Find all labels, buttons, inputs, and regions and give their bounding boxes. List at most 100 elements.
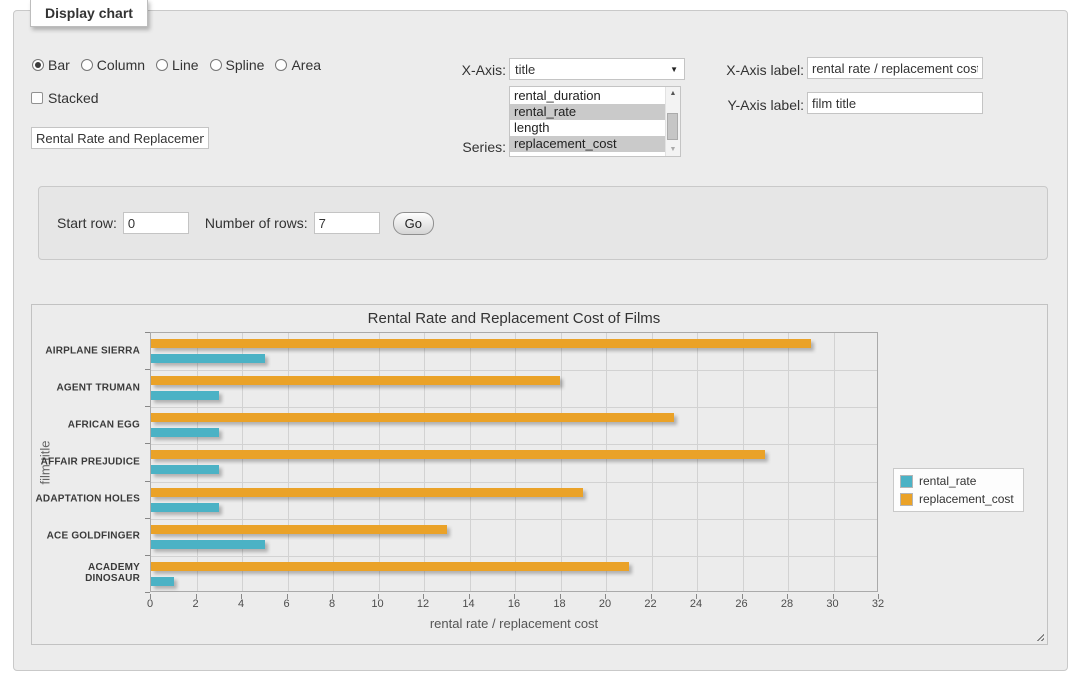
- legend-label: rental_rate: [919, 474, 976, 488]
- chart-type-option-column[interactable]: Column: [81, 57, 145, 73]
- x-tick-label: 28: [767, 598, 807, 610]
- bar-replacement_cost: [151, 450, 765, 459]
- scroll-up-icon[interactable]: ▲: [666, 90, 680, 97]
- y-tick-mark: [145, 555, 150, 556]
- bar-rental_rate: [151, 428, 219, 437]
- x-tick-label: 26: [722, 598, 762, 610]
- row-range-panel: Start row: Number of rows: Go: [38, 186, 1048, 260]
- chart-type-option-label: Column: [97, 57, 145, 73]
- radio-icon[interactable]: [32, 59, 44, 71]
- x-axis-title: rental rate / replacement cost: [150, 616, 878, 631]
- stacked-option[interactable]: Stacked: [31, 90, 99, 106]
- x-axis-select[interactable]: title ▼: [509, 58, 685, 80]
- y-tick-mark: [145, 332, 150, 333]
- radio-icon[interactable]: [81, 59, 93, 71]
- gridline: [424, 333, 425, 591]
- gridline: [151, 444, 877, 445]
- x-axis-selected-value: title: [515, 62, 535, 77]
- y-category-labels: AIRPLANE SIERRA AGENT TRUMAN AFRICAN EGG AF…: [32, 332, 142, 592]
- y-tick-mark: [145, 592, 150, 593]
- category-label: ACADEMY DINOSAUR: [34, 562, 140, 584]
- chart-type-option-label: Bar: [48, 57, 70, 73]
- gridline: [470, 333, 471, 591]
- category-label: AFRICAN EGG: [34, 419, 140, 430]
- chart-type-option-area[interactable]: Area: [275, 57, 321, 73]
- category-label: AFFAIR PREJUDICE: [34, 457, 140, 468]
- start-row-input[interactable]: [123, 212, 189, 234]
- gridline: [151, 407, 877, 408]
- chart-type-radio-group: Bar Column Line Spline Area: [32, 57, 321, 73]
- radio-icon[interactable]: [210, 59, 222, 71]
- chart-type-option-bar[interactable]: Bar: [32, 57, 70, 73]
- series-scrollbar[interactable]: ▲ ▼: [665, 87, 680, 156]
- gridline: [288, 333, 289, 591]
- x-tick-label: 4: [221, 598, 261, 610]
- y-axis-label-label: Y-Axis label:: [704, 97, 804, 113]
- dropdown-arrow-icon: ▼: [670, 66, 678, 74]
- gridline: [834, 333, 835, 591]
- x-tick-label: 6: [267, 598, 307, 610]
- bar-rental_rate: [151, 391, 219, 400]
- x-axis-select-label: X-Axis:: [406, 62, 506, 78]
- plot-area: [150, 332, 878, 592]
- stacked-checkbox[interactable]: [31, 92, 43, 104]
- x-tick-label: 30: [813, 598, 853, 610]
- category-label: ADAPTATION HOLES: [34, 494, 140, 505]
- category-label: AIRPLANE SIERRA: [34, 345, 140, 356]
- x-tick-label: 16: [494, 598, 534, 610]
- bar-replacement_cost: [151, 413, 674, 422]
- radio-icon[interactable]: [275, 59, 287, 71]
- gridline: [151, 482, 877, 483]
- bar-replacement_cost: [151, 525, 447, 534]
- x-axis-label-input[interactable]: [807, 57, 983, 79]
- chart-type-option-label: Line: [172, 57, 198, 73]
- panel-title: Display chart: [30, 0, 148, 27]
- x-tick-label: 24: [676, 598, 716, 610]
- y-tick-mark: [145, 443, 150, 444]
- resize-grip-icon[interactable]: [1034, 631, 1044, 641]
- display-chart-panel: Display chart BarColumnLineSplineArea St…: [13, 10, 1068, 671]
- x-tick-label: 8: [312, 598, 352, 610]
- x-tick-label: 2: [176, 598, 216, 610]
- x-tick-label: 12: [403, 598, 443, 610]
- chart-type-option-line[interactable]: Line: [156, 57, 198, 73]
- legend-label: replacement_cost: [919, 492, 1014, 506]
- x-tick-label: 20: [585, 598, 625, 610]
- category-label: AGENT TRUMAN: [34, 382, 140, 393]
- num-rows-input[interactable]: [314, 212, 380, 234]
- bar-replacement_cost: [151, 376, 560, 385]
- gridline: [197, 333, 198, 591]
- bar-replacement_cost: [151, 488, 583, 497]
- scrollbar-thumb[interactable]: [667, 113, 678, 140]
- series-option-length[interactable]: length: [510, 120, 665, 136]
- x-tick-label: 0: [130, 598, 170, 610]
- series-option-rental_duration[interactable]: rental_duration: [510, 88, 665, 104]
- num-rows-label: Number of rows:: [205, 215, 308, 231]
- chart-container: Rental Rate and Replacement Cost of Film…: [31, 304, 1048, 645]
- series-listbox[interactable]: rental_durationrental_ratelengthreplacem…: [509, 86, 681, 157]
- go-button[interactable]: Go: [393, 212, 434, 235]
- category-label: ACE GOLDFINGER: [34, 531, 140, 542]
- y-axis-label-input[interactable]: [807, 92, 983, 114]
- series-listbox-label: Series:: [406, 139, 506, 155]
- legend-item: rental_rate: [900, 474, 1014, 488]
- x-tick-label: 14: [449, 598, 489, 610]
- chart-title: Rental Rate and Replacement Cost of Film…: [150, 310, 878, 327]
- gridline: [379, 333, 380, 591]
- gridline: [515, 333, 516, 591]
- scroll-down-icon[interactable]: ▼: [666, 146, 680, 153]
- series-option-replacement_cost[interactable]: replacement_cost: [510, 136, 665, 152]
- gridline: [151, 556, 877, 557]
- legend-swatch: [900, 493, 913, 506]
- series-option-rental_rate[interactable]: rental_rate: [510, 104, 665, 120]
- bar-rental_rate: [151, 577, 174, 586]
- stacked-label: Stacked: [48, 90, 99, 106]
- bar-rental_rate: [151, 503, 219, 512]
- radio-icon[interactable]: [156, 59, 168, 71]
- bar-replacement_cost: [151, 339, 811, 348]
- start-row-label: Start row:: [57, 215, 117, 231]
- chart-type-option-spline[interactable]: Spline: [210, 57, 265, 73]
- chart-title-input[interactable]: [31, 127, 209, 149]
- x-tick-label: 18: [540, 598, 580, 610]
- legend-swatch: [900, 475, 913, 488]
